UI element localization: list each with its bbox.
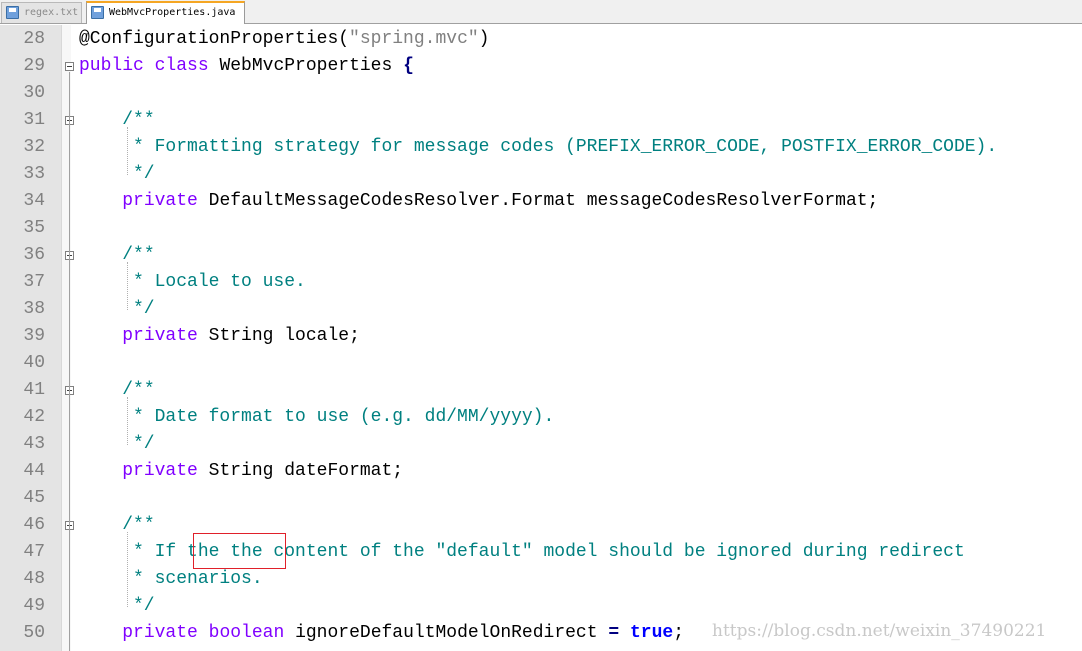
code-token: true [629,623,674,643]
line-number: 33 [23,164,45,184]
line-number: 31 [23,110,45,130]
code-token: DefaultMessageCodesResolver.Format messa… [197,191,879,211]
code-token: private [122,191,198,211]
code-line: private String dateFormat; [79,458,403,485]
tab-regex-txt[interactable]: regex.txt [1,2,82,23]
code-line: */ [79,161,155,188]
code-token: ) [478,29,490,49]
code-token: ; [673,623,684,643]
line-number: 44 [23,461,45,481]
code-token: * Locale to use. [79,272,306,292]
file-icon [91,6,104,19]
line-number: 48 [23,569,45,589]
file-icon [6,6,19,19]
code-line: */ [79,296,155,323]
code-line: public class WebMvcProperties { [79,53,414,80]
comment-fold-guide [127,262,128,310]
line-number: 37 [23,272,45,292]
code-line: */ [79,431,155,458]
comment-fold-guide [127,127,128,175]
line-number: 39 [23,326,45,346]
code-token: * Formatting strategy for message codes … [79,137,998,157]
line-number: 32 [23,137,45,157]
line-number: 50 [23,623,45,643]
code-token: private [122,326,198,346]
line-number: 30 [23,83,45,103]
code-line: private String locale; [79,323,360,350]
line-number: 41 [23,380,45,400]
watermark-text: https://blog.csdn.net/weixin_37490221 [712,621,1047,641]
code-token: */ [79,164,155,184]
code-token: public [79,56,144,76]
code-token: * scenarios. [79,569,263,589]
comment-fold-guide [127,397,128,445]
tab-label: regex.txt [24,7,79,18]
tab-webmvcproperties-java[interactable]: WebMvcProperties.java [86,1,245,24]
code-token: private [122,623,198,643]
code-line: /** [79,242,154,269]
line-number: 42 [23,407,45,427]
code-token: ignoreDefaultModelOnRedirect [284,623,609,643]
code-line: private DefaultMessageCodesResolver.Form… [79,188,878,215]
code-line: * Date format to use (e.g. dd/MM/yyyy). [79,404,554,431]
code-token: */ [79,434,155,454]
code-token: class [154,56,209,76]
line-number: 49 [23,596,45,616]
code-line: * Locale to use. [79,269,306,296]
line-number: 34 [23,191,45,211]
line-number: 43 [23,434,45,454]
code-token: boolean [208,623,285,643]
code-line: * scenarios. [79,566,263,593]
line-number: 46 [23,515,45,535]
code-line: @ConfigurationProperties("spring.mvc") [79,26,489,53]
code-line: /** [79,377,154,404]
line-number: 40 [23,353,45,373]
code-token: "spring.mvc" [349,29,479,49]
code-line: /** [79,512,154,539]
line-number: 36 [23,245,45,265]
line-number: 45 [23,488,45,508]
line-number: 28 [23,29,45,49]
code-token: private [122,461,198,481]
code-token: { [403,56,414,76]
line-number: 35 [23,218,45,238]
code-token: * Date format to use (e.g. dd/MM/yyyy). [79,407,555,427]
fold-guide-line [69,72,70,651]
code-line: * Formatting strategy for message codes … [79,134,997,161]
code-line: private boolean ignoreDefaultModelOnRedi… [79,620,684,647]
code-token: = [608,623,620,643]
code-token: String locale; [197,326,360,346]
tab-bar: regex.txt WebMvcProperties.java [0,0,1082,24]
comment-fold-guide [127,532,128,607]
highlight-annotation-box [193,533,286,569]
line-number: 29 [23,56,45,76]
code-token: String dateFormat; [197,461,404,481]
code-token: WebMvcProperties [208,56,404,76]
fold-collapse-icon[interactable] [65,62,74,71]
code-line: */ [79,593,155,620]
line-number: 38 [23,299,45,319]
code-line: /** [79,107,154,134]
tab-label: WebMvcProperties.java [109,7,236,18]
line-number: 47 [23,542,45,562]
code-token: */ [79,596,155,616]
code-token: @ConfigurationProperties( [79,29,350,49]
code-token: */ [79,299,155,319]
